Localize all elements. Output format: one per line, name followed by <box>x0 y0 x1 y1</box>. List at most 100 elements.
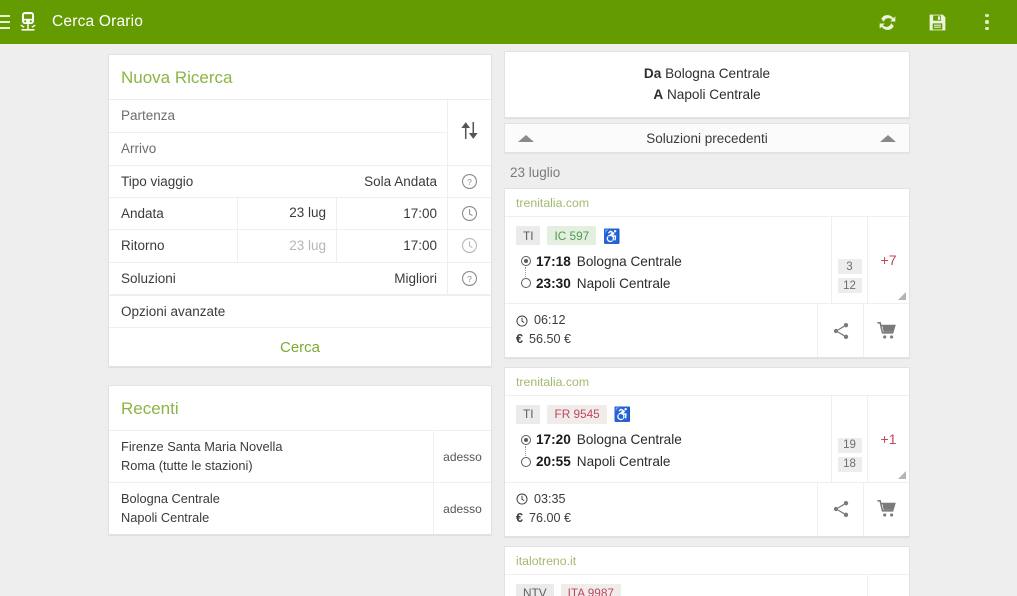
departure-time: 17:20 <box>536 432 571 448</box>
arrival-station: Napoli Centrale <box>576 275 671 291</box>
leg-connector <box>525 267 527 278</box>
origin-destination-header[interactable]: Da Bologna Centrale A Napoli Centrale <box>504 51 910 119</box>
search-button[interactable]: Cerca <box>109 328 491 366</box>
list-item[interactable]: Bologna Centrale Napoli Centrale adesso <box>109 482 491 535</box>
refresh-icon[interactable] <box>875 10 899 34</box>
recent-time: adesso <box>433 483 491 535</box>
recent-route: Bologna Centrale Napoli Centrale <box>109 483 433 534</box>
journey-legs: 17:18 Bologna Centrale 23:30 Napoli Cent… <box>516 250 831 294</box>
arrival-input[interactable]: Arrivo <box>109 133 447 166</box>
extra-count-label: +7 <box>880 252 897 269</box>
euro-icon: € <box>516 332 524 347</box>
recent-title: Recenti <box>121 399 179 418</box>
price-value: 56.50 € <box>529 332 572 347</box>
share-button[interactable] <box>817 482 863 536</box>
page-title: Cerca Orario <box>52 13 144 30</box>
leg-connector <box>525 445 527 456</box>
solution-footer: 03:35 € 76.00 € <box>505 481 909 536</box>
departure-platform: 3 <box>837 259 862 275</box>
recent-card: Recenti Firenze Santa Maria Novella Roma… <box>108 385 492 536</box>
return-row[interactable]: Ritorno 23 lug 17:00 <box>109 229 491 263</box>
outbound-label: Andata <box>121 205 164 221</box>
operator-badge: TI <box>516 226 541 246</box>
solutions-row[interactable]: Soluzioni Migliori ? <box>109 262 491 295</box>
solution-footer: 06:12 € 56.50 € <box>505 303 909 357</box>
list-item[interactable]: Firenze Santa Maria Novella Roma (tutte … <box>109 430 491 483</box>
save-floppy-icon[interactable] <box>925 10 949 34</box>
return-clock-button[interactable] <box>447 229 491 262</box>
trip-type-row[interactable]: Tipo viaggio Sola Andata ? <box>109 165 491 198</box>
recent-from: Firenze Santa Maria Novella <box>121 439 283 454</box>
extra-solutions-count[interactable]: +7 <box>867 217 909 304</box>
arrival-platform: 18 <box>837 456 862 472</box>
app-bar: Cerca Orario <box>0 0 1017 44</box>
buy-ticket-button[interactable] <box>863 304 909 357</box>
duration-value: 03:35 <box>534 491 566 506</box>
clock-icon <box>461 238 478 254</box>
stations-block: Partenza Arrivo <box>109 100 491 165</box>
solution-details: TI IC 597 ♿ 17:18 Bologna Centrale 23:30… <box>505 217 831 303</box>
resize-handle-icon[interactable] <box>898 292 906 301</box>
solution-body: TI IC 597 ♿ 17:18 Bologna Centrale 23:30… <box>505 217 909 304</box>
trip-type-help-button[interactable]: ? <box>447 165 491 198</box>
return-date[interactable]: 23 lug <box>237 229 337 262</box>
departure-input[interactable]: Partenza <box>109 100 447 133</box>
clock-icon <box>516 315 528 327</box>
share-icon <box>833 322 848 339</box>
outbound-row[interactable]: Andata 23 lug 17:00 <box>109 197 491 230</box>
shopping-cart-icon <box>876 500 896 517</box>
train-badges: TI IC 597 ♿ <box>516 226 831 246</box>
buy-ticket-button[interactable] <box>863 482 909 536</box>
clock-icon <box>461 205 478 221</box>
new-search-card: Nuova Ricerca Partenza Arrivo Tipo viagg… <box>108 54 492 367</box>
overflow-menu-icon[interactable] <box>975 10 999 34</box>
outbound-clock-button[interactable] <box>447 197 491 230</box>
stations-fields: Partenza Arrivo <box>109 100 447 165</box>
solution-card[interactable]: trenitalia.com TI IC 597 ♿ 17:18 Bologna… <box>504 188 910 358</box>
solution-body: NTV ITA 9987 17:23 Bologna Centrale 20:4… <box>505 574 909 596</box>
swap-stations-button[interactable] <box>447 100 491 165</box>
advanced-options-row[interactable]: Opzioni avanzate <box>109 295 491 328</box>
recent-to: Napoli Centrale <box>121 509 210 525</box>
arrival-station: Napoli Centrale <box>576 454 671 470</box>
caret-up-icon <box>880 134 896 142</box>
arrival-leg: 23:30 Napoli Centrale <box>516 272 831 294</box>
resize-handle-icon[interactable] <box>898 470 906 479</box>
train-badge: FR 9545 <box>547 404 607 424</box>
train-badges: TI FR 9545 ♿ <box>516 404 831 424</box>
wheelchair-icon: ♿ <box>603 227 621 244</box>
solution-body: TI FR 9545 ♿ 17:20 Bologna Centrale 20:5… <box>505 395 909 482</box>
price-value: 76.00 € <box>529 510 572 525</box>
arrival-time: 23:30 <box>536 275 571 291</box>
trip-type-value: Sola Andata <box>364 173 437 189</box>
arrival-dot-icon <box>516 456 536 467</box>
previous-solutions-button[interactable]: Soluzioni precedenti <box>504 123 910 154</box>
outbound-time[interactable]: 17:00 <box>337 206 447 221</box>
return-label: Ritorno <box>121 238 165 254</box>
duration-line: 03:35 <box>516 490 817 509</box>
solution-card[interactable]: italotreno.it NTV ITA 9987 17:23 Bologna… <box>504 545 910 596</box>
departure-placeholder: Partenza <box>121 108 176 124</box>
caret-up-icon <box>518 134 534 142</box>
operator-badge: NTV <box>516 583 554 596</box>
main-content: Nuova Ricerca Partenza Arrivo Tipo viagg… <box>0 44 1017 596</box>
train-icon <box>18 11 38 33</box>
provider-label: italotreno.it <box>505 547 909 575</box>
extra-solutions-count[interactable]: +3 <box>867 574 909 596</box>
duration-value: 06:12 <box>534 313 566 328</box>
solution-card[interactable]: trenitalia.com TI FR 9545 ♿ 17:20 Bologn… <box>504 366 910 537</box>
extra-solutions-count[interactable]: +1 <box>867 395 909 482</box>
solutions-help-button[interactable]: ? <box>447 262 491 295</box>
platform-column: 19 18 <box>831 395 867 482</box>
return-time[interactable]: 17:00 <box>337 238 447 253</box>
share-button[interactable] <box>817 304 863 357</box>
departure-dot-icon <box>516 256 536 267</box>
arrival-leg: 20:55 Napoli Centrale <box>516 451 831 473</box>
app-bar-left: Cerca Orario <box>0 11 875 33</box>
left-column: Nuova Ricerca Partenza Arrivo Tipo viagg… <box>0 44 504 596</box>
clock-icon <box>516 493 528 505</box>
solution-summary: 06:12 € 56.50 € <box>505 304 817 357</box>
share-icon <box>833 501 848 518</box>
outbound-date[interactable]: 23 lug <box>237 197 337 230</box>
hamburger-menu-icon[interactable] <box>0 11 12 33</box>
